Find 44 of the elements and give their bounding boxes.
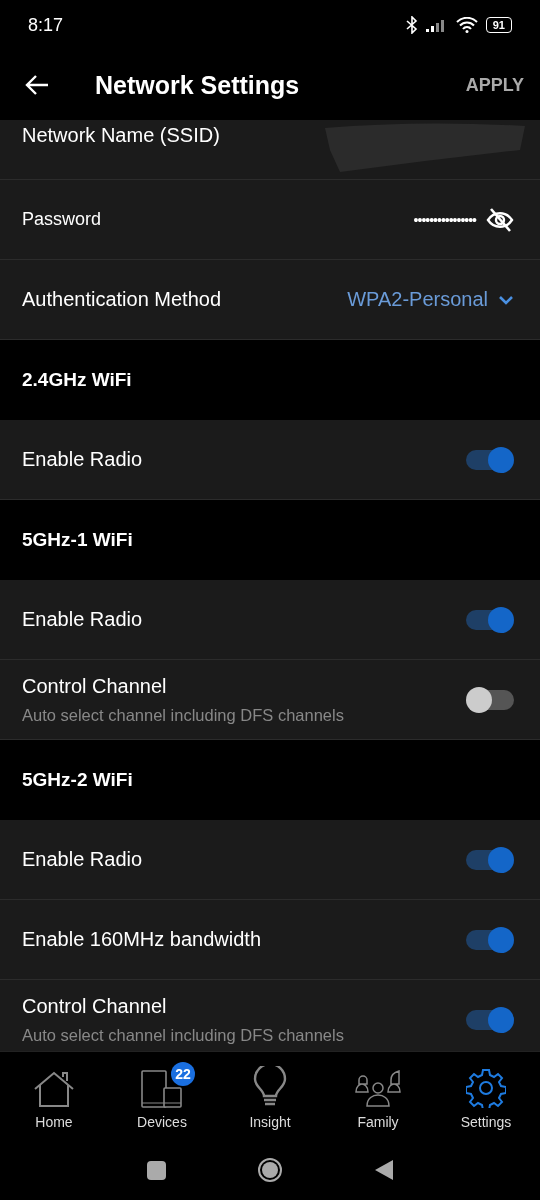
setting-label: Enable 160MHz bandwidth [22, 928, 262, 951]
home-icon [33, 1070, 75, 1108]
apply-button[interactable]: APPLY [465, 70, 524, 100]
auth-method-dropdown[interactable]: WPA2-Personal [347, 288, 514, 311]
settings-icon [466, 1068, 506, 1108]
section-heading: 5GHz-1 WiFi [22, 529, 133, 551]
page-title: Network Settings [95, 70, 301, 100]
toggle-switch[interactable] [466, 846, 514, 873]
recents-button[interactable] [146, 1160, 166, 1180]
setting-label: Control Channel [22, 994, 168, 1018]
section-heading: 2.4GHz WiFi [22, 369, 132, 391]
setting-label: Enable Radio [22, 848, 143, 871]
setting-description: Auto select channel including DFS channels [22, 705, 344, 725]
back-button[interactable] [373, 1159, 394, 1181]
family-icon [354, 1070, 402, 1108]
setting-label: Network Name (SSID) [22, 124, 220, 147]
section-heading: 5GHz-2 WiFi [22, 769, 133, 791]
eye-slash-icon[interactable] [486, 206, 514, 233]
setting-label: Control Channel [22, 674, 168, 698]
status-time: 8:17 [28, 14, 64, 36]
toggle-switch[interactable] [466, 686, 514, 713]
back-arrow-icon[interactable] [25, 75, 49, 95]
toggle-switch[interactable] [466, 446, 514, 473]
count-badge: 22 [171, 1062, 195, 1086]
nav-tab[interactable]: 22 Devices [108, 1052, 216, 1140]
setting-label: Enable Radio [22, 608, 143, 631]
setting-label: Password [22, 209, 102, 230]
nav-tab[interactable]: Home [0, 1052, 108, 1140]
toggle-switch[interactable] [466, 606, 514, 633]
setting-description: Auto select channel including DFS channels [22, 1025, 344, 1045]
nav-tab[interactable]: Family [324, 1052, 432, 1140]
nav-tab[interactable]: Settings [432, 1052, 540, 1140]
wifi-icon [455, 17, 478, 33]
setting-label: Authentication Method [22, 288, 222, 311]
chevron-down-icon [498, 294, 514, 305]
setting-label: Enable Radio [22, 448, 143, 471]
nav-tab[interactable]: Insight [216, 1052, 324, 1140]
bluetooth-icon [405, 16, 418, 34]
toggle-switch[interactable] [466, 1006, 514, 1033]
password-value: •••••••••••••••• [413, 211, 476, 228]
toggle-switch[interactable] [466, 926, 514, 953]
battery-indicator: 91 [485, 17, 512, 33]
home-button[interactable] [261, 1162, 278, 1178]
lightbulb-icon [253, 1066, 287, 1108]
